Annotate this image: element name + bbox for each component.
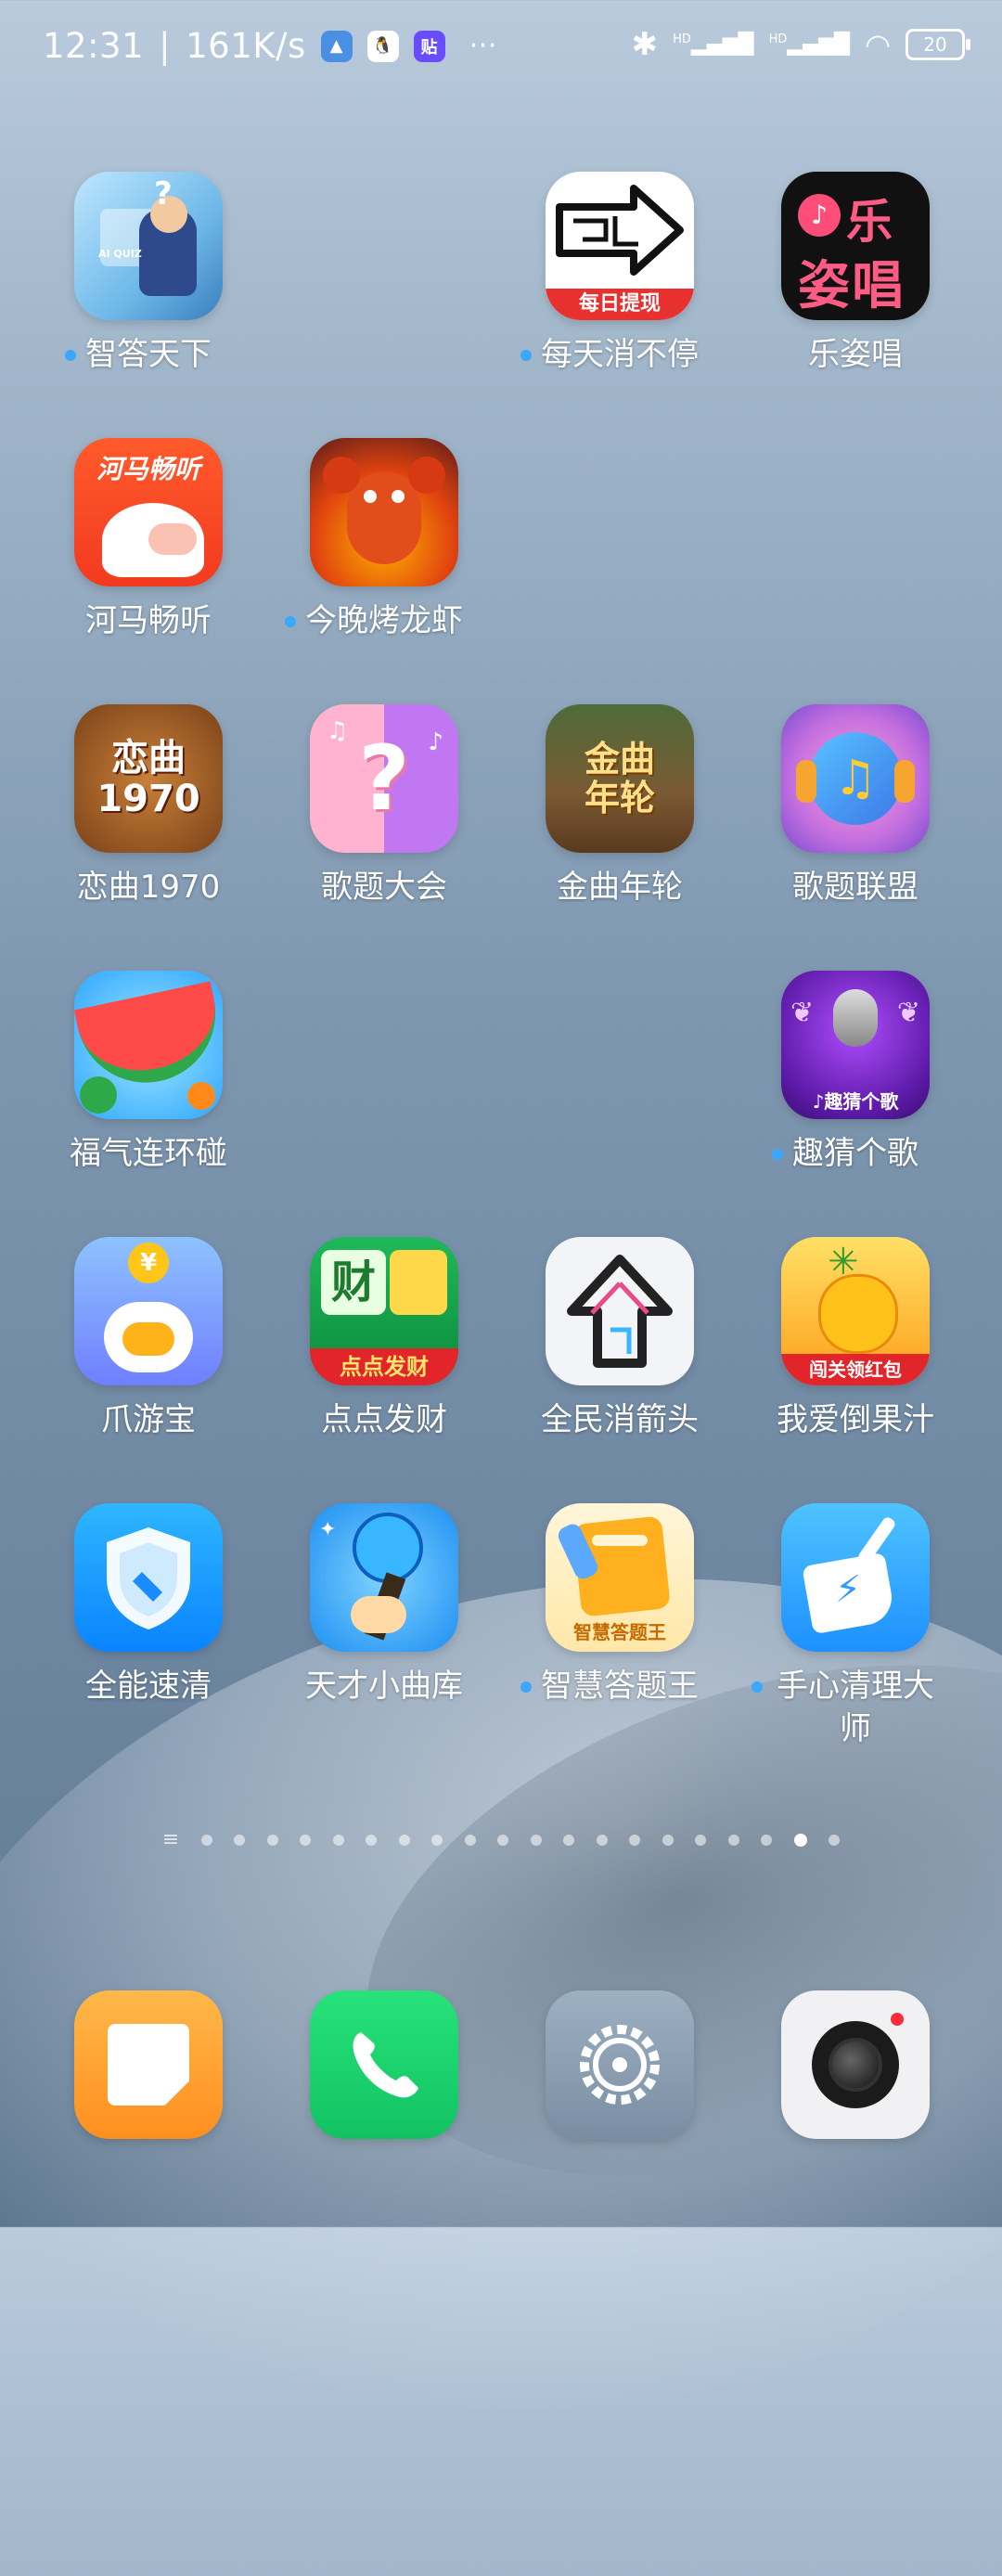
page-dot[interactable] <box>300 1834 312 1846</box>
page-dot[interactable] <box>727 1834 739 1846</box>
page-dot[interactable] <box>464 1834 476 1846</box>
app-meitianxiaobuting[interactable]: 每日提现 每天消不停 <box>502 172 738 376</box>
page-dot[interactable] <box>761 1834 773 1846</box>
new-badge <box>285 616 296 627</box>
app-fuqilianhuanpeng[interactable]: 福气连环碰 <box>31 971 266 1175</box>
new-badge <box>520 1681 532 1693</box>
page-dot[interactable] <box>332 1834 344 1846</box>
camera-app-icon[interactable] <box>781 1990 930 2139</box>
page-dot[interactable] <box>629 1834 641 1846</box>
app-tiancaixiaoquku[interactable]: ✦ 天才小曲库 <box>266 1503 502 1707</box>
app-jinwankaolongxia[interactable]: 今晚烤龙虾 <box>266 438 502 642</box>
getidahui-icon: ? ♫ ♪ <box>310 704 458 853</box>
page-dot[interactable] <box>662 1834 674 1846</box>
fuqilianhuanpeng-icon <box>74 971 223 1119</box>
new-badge <box>752 1681 763 1693</box>
page-dot[interactable] <box>695 1834 707 1846</box>
app-store-notification-icon: ▲ <box>320 30 353 62</box>
signal-1-icon: HD▂▄▆█ <box>673 32 754 57</box>
tieba-notification-icon: 贴 <box>413 30 445 62</box>
app-diandianfacai[interactable]: 财 点点发财 点点发财 <box>266 1237 502 1441</box>
app-getilianmeng[interactable]: ♫ 歌题联盟 <box>738 704 973 908</box>
notes-app-icon[interactable] <box>74 1990 223 2139</box>
app-quanminxiaojiantou[interactable]: 全民消箭头 <box>502 1237 738 1441</box>
zhihuidatiwang-icon: 智慧答题王 <box>546 1503 694 1652</box>
page-dot[interactable] <box>234 1834 246 1846</box>
tiancaixiaoquku-icon: ✦ <box>310 1503 458 1652</box>
page-dot[interactable] <box>366 1834 378 1846</box>
jinwankaolongxia-icon <box>310 438 458 586</box>
qq-notification-icon: 🐧 <box>366 30 399 62</box>
wifi-icon: ◠ <box>865 27 891 62</box>
lianqu1970-icon: 恋曲 1970 <box>74 704 223 853</box>
clock: 12:31 <box>43 26 145 66</box>
app-quannengsuqing[interactable]: 全能速清 <box>31 1503 266 1707</box>
dock <box>0 1990 1002 2139</box>
app-zhidatianxia[interactable]: ? AI QUIZ 智答天下 <box>31 172 266 376</box>
jinqunianlun-icon: 金曲 年轮 <box>546 704 694 853</box>
page-dot[interactable] <box>200 1834 212 1846</box>
page-indicator[interactable]: ≡ <box>0 1828 1002 1851</box>
app-lianqu1970[interactable]: 恋曲 1970 恋曲1970 <box>31 704 266 908</box>
battery-icon: 20 <box>906 29 970 60</box>
qucaigege-icon: ❦ ❦ ♪趣猜个歌 <box>781 971 930 1119</box>
meitianxiaobuting-icon: 每日提现 <box>546 172 694 320</box>
shouxinqinglidashi-icon: ⚡ <box>781 1503 930 1652</box>
page-dot-active[interactable] <box>793 1833 807 1847</box>
page-dot[interactable] <box>596 1834 608 1846</box>
page-dot[interactable] <box>563 1834 575 1846</box>
app-hemachangting[interactable]: 河马畅听 河马畅听 <box>31 438 266 642</box>
settings-app-icon[interactable] <box>546 1990 694 2139</box>
more-notifications-icon: ··· <box>469 30 497 62</box>
status-bar: 12:31 | 161K/s ▲ 🐧 贴 ··· ✱ HD▂▄▆█ HD▂▄▆█… <box>0 0 1002 93</box>
new-badge <box>65 350 76 361</box>
app-getidahui[interactable]: ? ♫ ♪ 歌题大会 <box>266 704 502 908</box>
phone-app-icon[interactable] <box>310 1990 458 2139</box>
page-dot[interactable] <box>497 1834 509 1846</box>
app-zhuayoubao[interactable]: ¥ 爪游宝 <box>31 1237 266 1441</box>
zhidatianxia-icon: ? AI QUIZ <box>74 172 223 320</box>
app-lezichang[interactable]: ♪ 乐 姿唱 乐姿唱 <box>738 172 973 376</box>
page-dot[interactable] <box>431 1834 443 1846</box>
page-dot[interactable] <box>530 1834 542 1846</box>
bluetooth-icon: ✱ <box>631 26 659 63</box>
app-woaidaoguozhi[interactable]: ✳ 闯关领红包 我爱倒果汁 <box>738 1237 973 1441</box>
quanminxiaojiantou-icon <box>546 1237 694 1385</box>
hemachangting-icon: 河马畅听 <box>74 438 223 586</box>
lezichang-icon: ♪ 乐 姿唱 <box>781 172 930 320</box>
app-qucaigege[interactable]: ❦ ❦ ♪趣猜个歌 趣猜个歌 <box>738 971 973 1175</box>
app-shouxinqinglidashi[interactable]: ⚡ 手心清理大师 <box>738 1503 973 1750</box>
battery-level: 20 <box>923 33 947 56</box>
new-badge <box>520 350 532 361</box>
page-dot[interactable] <box>398 1834 410 1846</box>
network-speed: 161K/s <box>186 26 306 66</box>
getilianmeng-icon: ♫ <box>781 704 930 853</box>
signal-2-icon: HD▂▄▆█ <box>768 32 851 57</box>
new-badge <box>772 1149 783 1160</box>
page-dot[interactable] <box>829 1834 841 1846</box>
zhuayoubao-icon: ¥ <box>74 1237 223 1385</box>
quannengsuqing-icon <box>74 1503 223 1652</box>
woaidaoguozhi-icon: ✳ 闯关领红包 <box>781 1237 930 1385</box>
app-zhihuidatiwang[interactable]: 智慧答题王 智慧答题王 <box>502 1503 738 1707</box>
page-menu-icon[interactable]: ≡ <box>162 1828 179 1851</box>
page-dot[interactable] <box>266 1834 278 1846</box>
diandianfacai-icon: 财 点点发财 <box>310 1237 458 1385</box>
app-jinqunianlun[interactable]: 金曲 年轮 金曲年轮 <box>502 704 738 908</box>
